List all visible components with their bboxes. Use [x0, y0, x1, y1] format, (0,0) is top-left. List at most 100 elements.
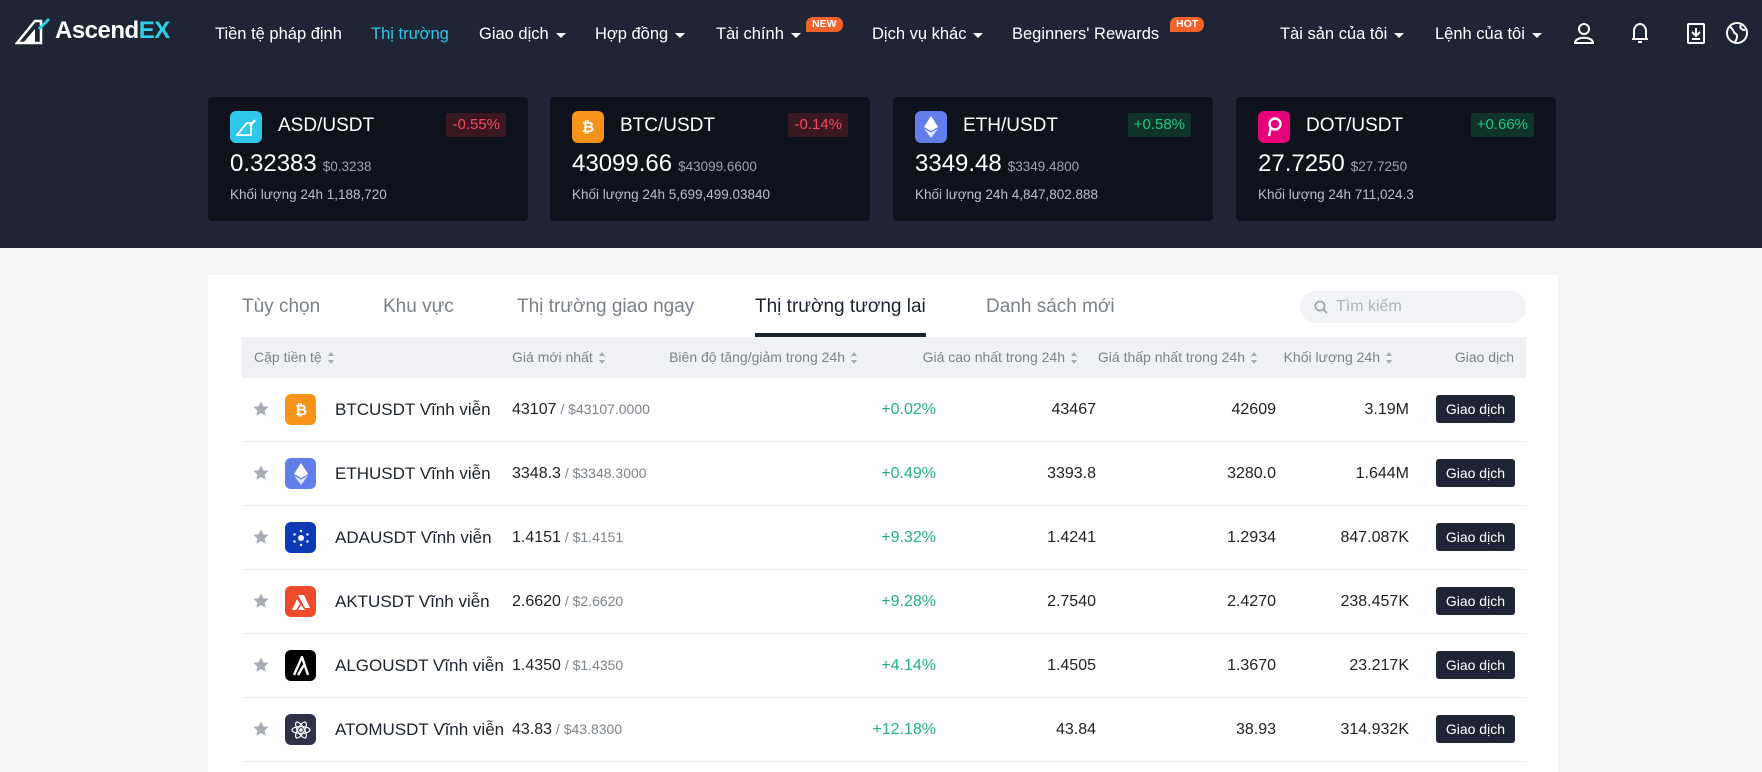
row-last-usd: / $2.6620 — [560, 593, 624, 609]
row-symbol[interactable]: ATOMUSDT Vĩnh viễn — [335, 698, 504, 761]
th-pair[interactable]: Cặp tiền tệ — [254, 337, 335, 378]
th-24h-low[interactable]: Giá thấp nhất trong 24h — [1098, 337, 1258, 378]
row-high: 43467 — [1051, 401, 1097, 418]
top-nav: AscendEX Tiền tệ pháp định Thị trường Gi… — [0, 0, 1762, 68]
row-volume: 23.217K — [1349, 657, 1409, 674]
trade-button[interactable]: Giao dịch — [1435, 459, 1515, 487]
star-icon[interactable] — [252, 528, 270, 546]
row-symbol[interactable]: ETHUSDT Vĩnh viễn — [335, 442, 491, 505]
trade-button[interactable]: Giao dịch — [1435, 587, 1515, 615]
th-trade: Giao dịch — [1454, 349, 1514, 365]
trade-button[interactable]: Giao dịch — [1435, 523, 1515, 551]
atom-coin-icon — [285, 714, 316, 745]
nav-label: Giao dịch — [479, 25, 549, 43]
nav-label: Tiền tệ pháp định — [215, 25, 342, 43]
nav-other-services[interactable]: Dịch vụ khác — [872, 0, 984, 68]
ticker-pair: ETH/USDT — [963, 115, 1058, 136]
star-icon[interactable] — [252, 656, 270, 674]
th-24h-high[interactable]: Giá cao nhất trong 24h — [923, 337, 1078, 378]
nav-label: Dịch vụ khác — [872, 25, 967, 43]
row-last-usd: / $43.8300 — [552, 721, 623, 737]
ticker-card-eth[interactable]: ETH/USDT +0.58% 3349.48 $3349.4800 Khối l… — [893, 97, 1213, 221]
ticker-pair: ASD/USDT — [278, 115, 375, 136]
chevron-down-icon — [1394, 32, 1405, 38]
row-last-usd: / $43107.0000 — [556, 401, 650, 417]
star-icon[interactable] — [252, 464, 270, 482]
nav-label: Beginners' Rewards — [1012, 25, 1160, 43]
trade-button[interactable]: Giao dịch — [1435, 395, 1515, 423]
ada-coin-icon — [285, 522, 316, 553]
row-change: +9.28% — [881, 593, 936, 610]
row-last-price: 43.83 — [512, 721, 553, 738]
ticker-card-dot[interactable]: DOT/USDT +0.66% 27.7250 $27.7250 Khối lượ… — [1236, 97, 1556, 221]
ticker-change: -0.55% — [446, 113, 506, 137]
chevron-down-icon — [790, 32, 801, 38]
th-last-price[interactable]: Giá mới nhất — [512, 337, 606, 378]
row-volume: 847.087K — [1340, 529, 1409, 546]
trade-button[interactable]: Giao dịch — [1435, 715, 1515, 743]
nav-label: Tài chính — [716, 25, 784, 43]
star-icon[interactable] — [252, 400, 270, 418]
nav-label: Thị trường — [371, 25, 449, 43]
row-symbol[interactable]: BTCUSDT Vĩnh viễn — [335, 378, 491, 441]
row-symbol[interactable]: AKTUSDT Vĩnh viễn — [335, 570, 490, 633]
tab-new-listings[interactable]: Danh sách mới — [986, 275, 1115, 337]
star-icon[interactable] — [252, 592, 270, 610]
ticker-card-asd[interactable]: ASD/USDT -0.55% 0.32383 $0.3238 Khối lượn… — [208, 97, 528, 221]
ticker-change: -0.14% — [788, 113, 848, 137]
ticker-price: 3349.48 — [915, 150, 1002, 177]
svg-text:₿: ₿ — [582, 118, 594, 136]
ticker-change: +0.58% — [1127, 113, 1191, 137]
tab-zones[interactable]: Khu vực — [383, 275, 454, 337]
bell-icon[interactable] — [1626, 19, 1654, 47]
ticker-price: 43099.66 — [572, 150, 673, 177]
row-low: 3280.0 — [1227, 465, 1276, 482]
th-24h-volume[interactable]: Khối lượng 24h — [1284, 337, 1393, 378]
th-label: Biên độ tăng/giảm trong 24h — [669, 349, 845, 365]
row-last-price: 2.6620 — [512, 593, 561, 610]
row-change: +4.14% — [881, 657, 936, 674]
row-last-usd: / $3348.3000 — [560, 465, 647, 481]
tab-futures-market[interactable]: Thị trường tương lai — [755, 275, 926, 337]
ticker-change: +0.66% — [1470, 113, 1534, 137]
table-row[interactable]: AKTUSDT Vĩnh viễn 2.6620 / $2.6620 +9.28… — [242, 570, 1526, 634]
table-row[interactable]: ALGOUSDT Vĩnh viễn 1.4350 / $1.4350 +4.1… — [242, 634, 1526, 698]
nav-fiat[interactable]: Tiền tệ pháp định — [215, 0, 342, 68]
table-row[interactable]: ATOMUSDT Vĩnh viễn 43.83 / $43.8300 +12.… — [242, 698, 1526, 762]
nav-finance[interactable]: Tài chính — [716, 0, 801, 68]
ticker-card-btc[interactable]: ₿ BTC/USDT -0.14% 43099.66 $43099.6600 Kh… — [550, 97, 870, 221]
row-last-price: 1.4350 — [512, 657, 561, 674]
user-icon[interactable] — [1570, 19, 1598, 47]
chevron-down-icon — [1531, 32, 1542, 38]
tab-favorites[interactable]: Tùy chọn — [242, 275, 320, 337]
row-last-price: 3348.3 — [512, 465, 561, 482]
table-row[interactable]: ₿ BTCUSDT Vĩnh viễn 43107 / $43107.0000 … — [242, 378, 1526, 442]
trade-button[interactable]: Giao dịch — [1435, 651, 1515, 679]
nav-trade[interactable]: Giao dịch — [479, 0, 566, 68]
ticker-volume: Khối lượng 24h 5,699,499.03840 — [572, 187, 771, 202]
table-row[interactable]: ETHUSDT Vĩnh viễn 3348.3 / $3348.3000 +0… — [242, 442, 1526, 506]
search-box[interactable] — [1300, 291, 1526, 323]
nav-my-assets[interactable]: Tài sản của tôi — [1280, 0, 1405, 68]
nav-contracts[interactable]: Hợp đồng — [595, 0, 686, 68]
download-icon[interactable] — [1682, 19, 1710, 47]
row-symbol[interactable]: ADAUSDT Vĩnh viễn — [335, 506, 492, 569]
globe-icon[interactable] — [1723, 19, 1751, 47]
sort-icon — [1386, 351, 1393, 364]
ascendex-logo[interactable]: AscendEX — [15, 17, 170, 45]
row-symbol[interactable]: ALGOUSDT Vĩnh viễn — [335, 634, 504, 697]
btc-coin-icon: ₿ — [572, 111, 604, 143]
nav-my-orders[interactable]: Lệnh của tôi — [1435, 0, 1542, 68]
row-last-usd: / $1.4350 — [560, 657, 624, 673]
search-input[interactable] — [1336, 298, 1516, 316]
row-change: +9.32% — [881, 529, 936, 546]
row-low: 1.3670 — [1227, 657, 1276, 674]
nav-markets[interactable]: Thị trường — [371, 0, 449, 68]
ticker-price: 27.7250 — [1258, 150, 1345, 177]
row-high: 2.7540 — [1047, 593, 1096, 610]
tab-spot-market[interactable]: Thị trường giao ngay — [517, 275, 694, 337]
star-icon[interactable] — [252, 720, 270, 738]
table-row[interactable]: ADAUSDT Vĩnh viễn 1.4151 / $1.4151 +9.32… — [242, 506, 1526, 570]
nav-beginners-rewards[interactable]: Beginners' Rewards — [1012, 0, 1159, 68]
th-24h-change[interactable]: Biên độ tăng/giảm trong 24h — [669, 337, 858, 378]
